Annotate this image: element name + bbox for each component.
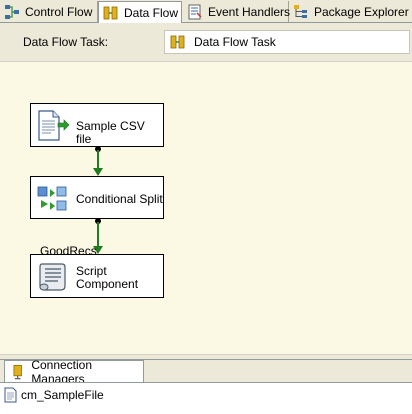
tab-control-flow-label: Control Flow [25,4,93,19]
data-flow-task-value: Data Flow Task [194,35,276,49]
data-path-line[interactable] [97,150,99,170]
component-sample-csv-file[interactable]: Sample CSV file [30,103,164,147]
tab-control-flow[interactable]: Control Flow [0,1,98,22]
package-explorer-icon [294,4,307,18]
tab-connection-managers[interactable]: Connection Managers [4,358,144,386]
data-path-arrow [93,168,103,176]
designer-tab-bar: Control Flow Data Flow Event Handlers Pa… [0,0,412,24]
connection-managers-pane: cm_SampleFile [0,382,412,414]
component-conditional-split[interactable]: Conditional Split [30,176,164,219]
connection-managers-tab-bar: Connection Managers [0,358,412,386]
tab-event-handlers-label: Event Handlers [208,4,291,19]
data-flow-task-icon [170,35,185,49]
tab-data-flow-label: Data Flow [124,6,179,20]
flat-file-connection-icon [4,387,17,403]
tab-package-explorer-label: Package Explorer [314,4,409,19]
data-flow-icon [103,6,118,20]
component-label: Sample CSV file [76,119,145,146]
component-label-line2: Component [76,277,139,291]
tab-package-explorer[interactable]: Package Explorer [289,1,412,22]
component-label: Conditional Split [76,192,163,206]
data-flow-task-label: Data Flow Task: [23,35,109,49]
connection-manager-name: cm_SampleFile [21,388,104,402]
tab-data-flow[interactable]: Data Flow [98,1,182,24]
connection-managers-icon [13,364,22,379]
data-path-line[interactable] [97,222,99,248]
tab-event-handlers[interactable]: Event Handlers [183,1,291,22]
control-flow-icon [5,4,19,19]
event-handlers-icon [188,4,202,19]
conditional-split-icon [37,186,67,211]
data-flow-canvas[interactable]: Sample CSV file Conditional Split GoodRe… [0,62,412,354]
task-selector-bar: Data Flow Task: Data Flow Task [0,23,412,62]
component-script-component[interactable]: Script Component [30,254,164,298]
connection-manager-item[interactable]: cm_SampleFile [4,387,104,403]
flat-file-source-icon [38,110,70,141]
data-flow-task-dropdown[interactable]: Data Flow Task [164,30,410,54]
script-component-icon [39,263,66,291]
